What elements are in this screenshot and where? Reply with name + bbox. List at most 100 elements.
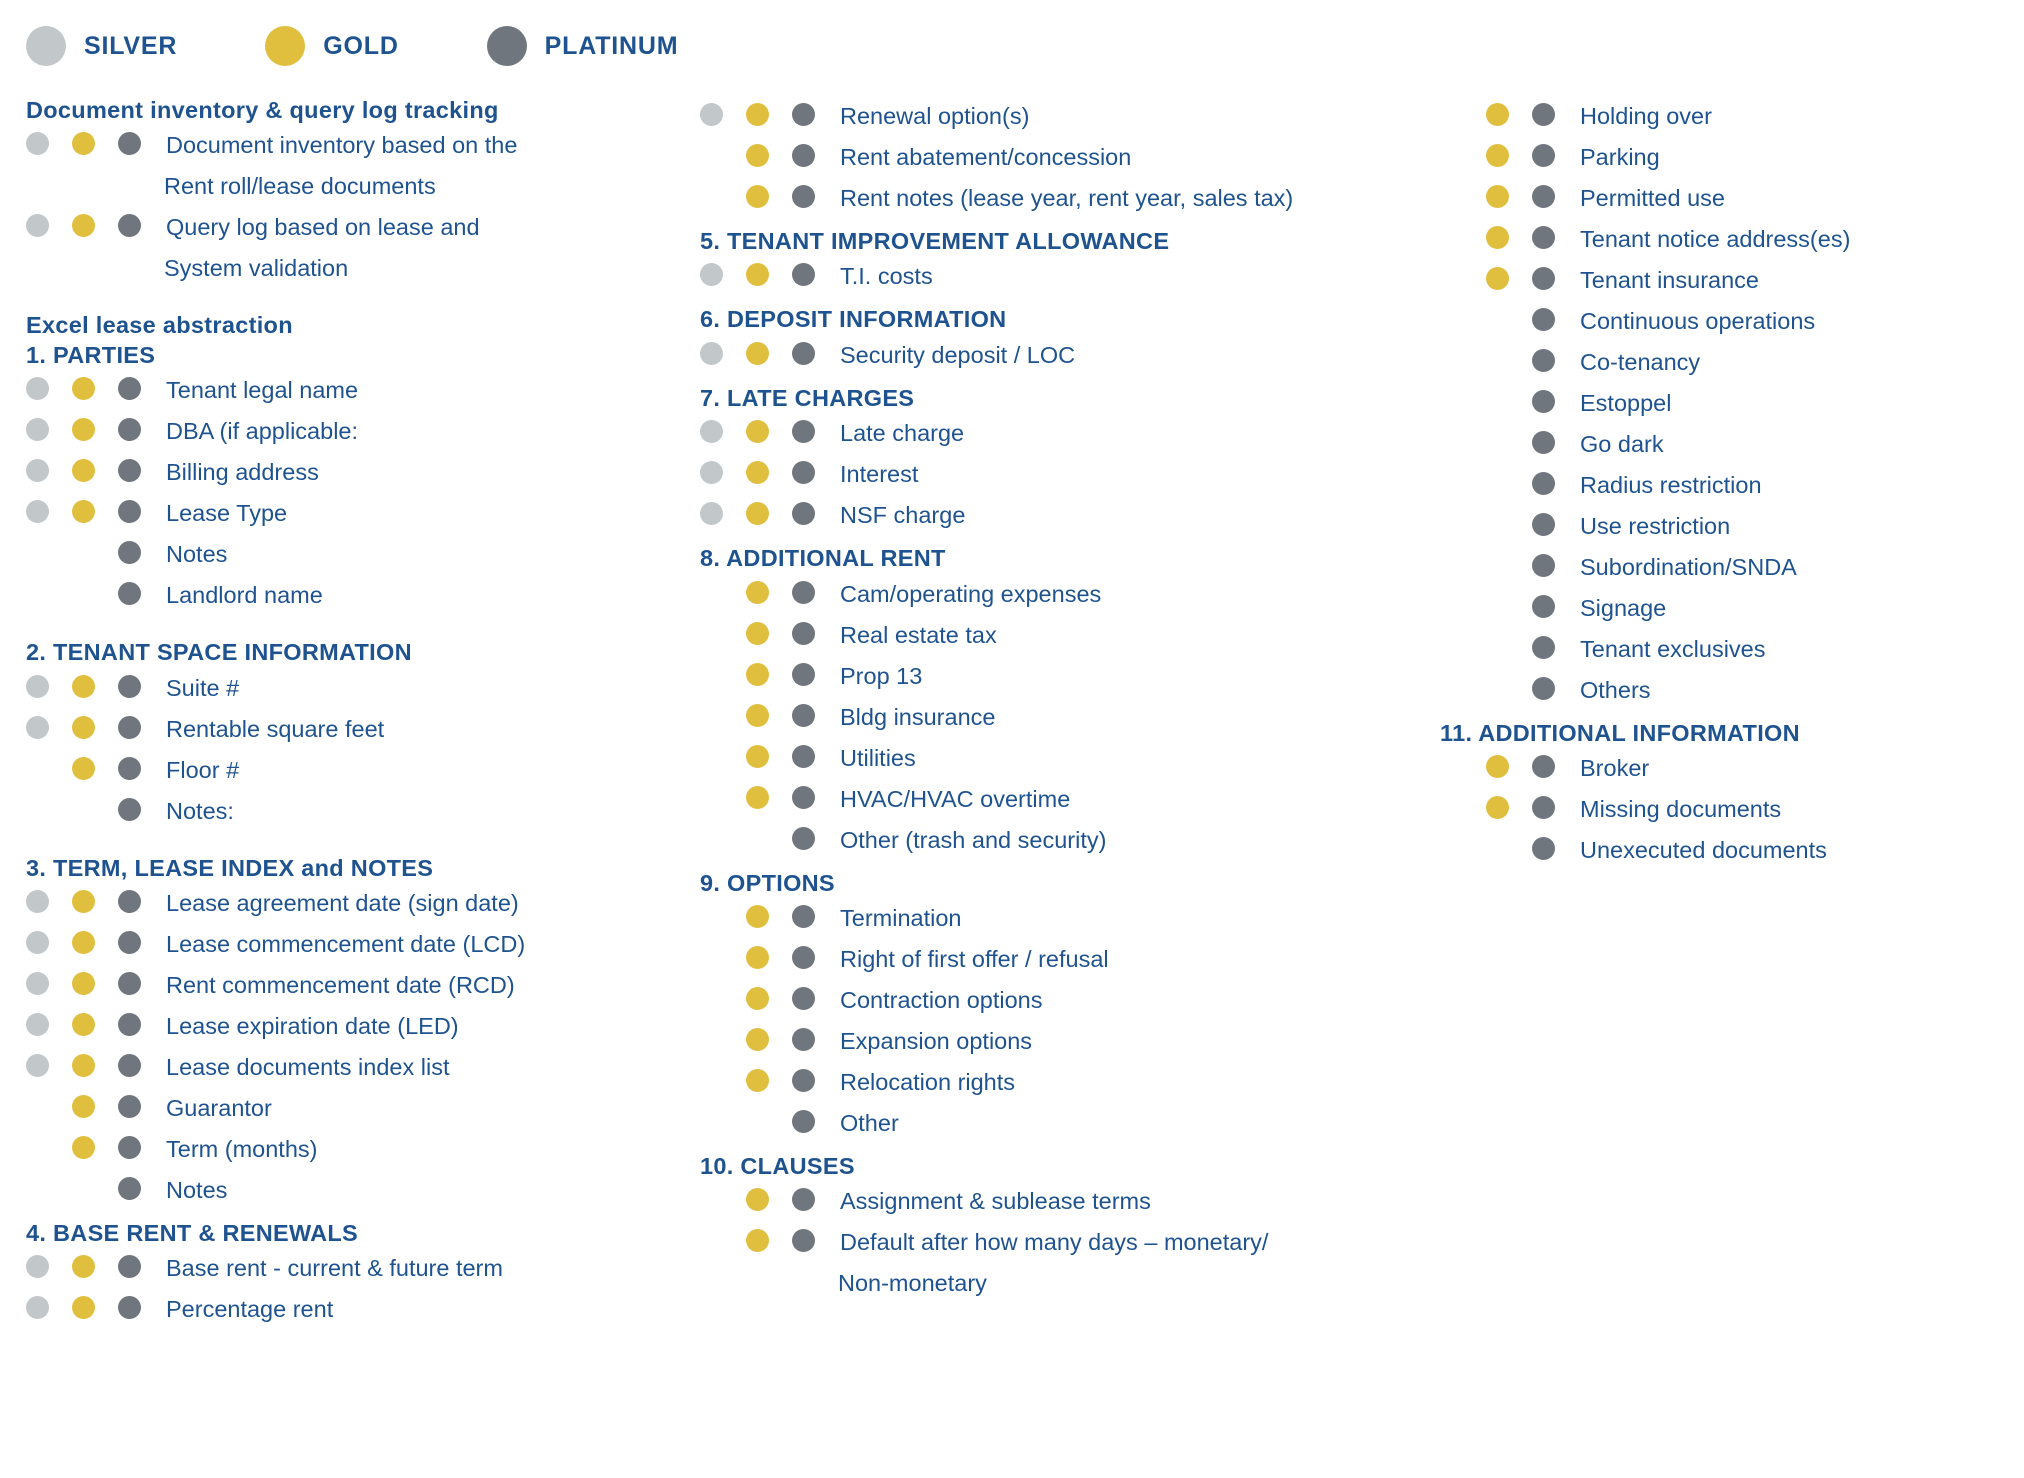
- feature-label: Late charge: [840, 420, 965, 447]
- tier-dot-absent-icon: [1486, 349, 1509, 372]
- tier-slot-gold: [1486, 349, 1532, 372]
- feature-label: Tenant insurance: [1580, 267, 1759, 293]
- tier-dot-absent-icon: [1440, 677, 1463, 700]
- tier-slot-silver: [26, 1296, 72, 1320]
- tier-slot-gold: [1486, 677, 1532, 700]
- tier-slot-platinum: [118, 214, 164, 238]
- tier-slot-gold: [746, 103, 792, 126]
- tier-slot-gold: [746, 1229, 792, 1253]
- gold-dot-icon: [746, 185, 769, 208]
- legend-item-platinum: PLATINUM: [486, 26, 679, 66]
- tier-slot-platinum: [1532, 837, 1578, 861]
- platinum-dot-icon: [792, 420, 815, 444]
- tier-slot-gold: [746, 580, 792, 604]
- gold-dot-icon: [746, 502, 769, 526]
- feature-label: Right of first offer / refusal: [840, 945, 1109, 972]
- tier-slot-platinum: [792, 662, 838, 686]
- gold-dot-icon: [72, 500, 95, 524]
- gold-dot-icon: [1486, 755, 1509, 779]
- feature-row: Base rent - current & future term: [26, 1248, 646, 1289]
- tier-slot-platinum: [118, 500, 164, 524]
- tier-slot-platinum: [1532, 636, 1578, 659]
- feature-label: Radius restriction: [1580, 472, 1762, 498]
- tier-dot-absent-icon: [26, 1095, 49, 1118]
- silver-dot-icon: [26, 674, 49, 698]
- tier-slot-gold: [746, 703, 792, 727]
- platinum-dot-icon: [1532, 103, 1555, 126]
- tier-slot-silver: [26, 582, 72, 605]
- tier-slot-platinum: [792, 744, 838, 768]
- feature-row: Signage: [1440, 588, 2000, 629]
- tier-dots: [26, 791, 164, 821]
- tier-slot-gold: [746, 185, 792, 208]
- feature-label: Term (months): [166, 1135, 318, 1162]
- tier-slot-platinum: [792, 1109, 838, 1133]
- tier-slot-platinum: [792, 144, 838, 167]
- feature-label-continuation-row: System validation: [26, 248, 646, 289]
- feature-row: Lease documents index list: [26, 1047, 646, 1088]
- feature-label: NSF charge: [840, 502, 966, 529]
- tier-slot-platinum: [118, 797, 164, 821]
- feature-row: Termination: [700, 898, 1420, 939]
- platinum-dot-icon: [792, 103, 815, 126]
- gold-dot-icon: [72, 1094, 95, 1118]
- tier-dot-absent-icon: [26, 541, 49, 564]
- tier-slot-gold: [746, 1188, 792, 1212]
- platinum-dot-icon: [792, 144, 815, 167]
- tier-slot-platinum: [792, 263, 838, 287]
- section-heading: 1. PARTIES: [26, 341, 156, 368]
- section-heading: 11. ADDITIONAL INFORMATION: [1440, 720, 1800, 746]
- tier-slot-platinum: [118, 459, 164, 483]
- tier-slot-gold: [1486, 595, 1532, 618]
- gold-dot-icon: [746, 341, 769, 365]
- column-2: Renewal option(s) Rent abatement/concessi…: [700, 96, 1420, 1304]
- tier-slot-silver: [26, 889, 72, 913]
- tier-legend: SILVER GOLD PLATINUM: [26, 26, 678, 66]
- tier-dots: [700, 1062, 838, 1092]
- platinum-dot-icon: [118, 1176, 141, 1200]
- silver-dot-icon: [700, 103, 723, 126]
- gold-dot-icon: [72, 971, 95, 995]
- tier-slot-gold: [1486, 226, 1532, 249]
- tier-slot-gold: [72, 541, 118, 564]
- legend-item-gold: GOLD: [265, 26, 398, 66]
- platinum-dot-icon: [118, 1012, 141, 1036]
- tier-slot-gold: [1486, 837, 1532, 860]
- tier-slot-platinum: [1532, 796, 1578, 820]
- tier-dot-absent-icon: [700, 663, 723, 686]
- tier-slot-gold: [746, 1027, 792, 1051]
- tier-dots: [26, 493, 164, 524]
- silver-dot-icon: [700, 420, 723, 444]
- tier-slot-gold: [1486, 796, 1532, 820]
- tier-slot-gold: [72, 756, 118, 780]
- silver-dot-icon: [26, 889, 49, 913]
- silver-tier-dot-icon: [26, 26, 66, 66]
- tier-slot-gold: [72, 500, 118, 524]
- platinum-dot-icon: [792, 662, 815, 686]
- tier-slot-platinum: [792, 904, 838, 928]
- tier-dots: [1440, 830, 1578, 861]
- feature-label: Cam/operating expenses: [840, 580, 1102, 607]
- tier-dots: [700, 939, 838, 969]
- section-heading: Excel lease abstraction: [26, 312, 293, 339]
- tier-slot-gold: [1486, 185, 1532, 208]
- tier-dots: [700, 697, 838, 727]
- gold-dot-icon: [1486, 103, 1509, 126]
- platinum-dot-icon: [118, 889, 141, 913]
- tier-slot-silver: [700, 1028, 746, 1051]
- tier-dots: [26, 965, 164, 995]
- platinum-dot-icon: [118, 930, 141, 954]
- tier-dots: [26, 1006, 164, 1036]
- tier-dot-absent-icon: [700, 622, 723, 645]
- tier-dots: [26, 709, 164, 739]
- tier-slot-platinum: [792, 502, 838, 526]
- tier-dots: [26, 750, 164, 780]
- platinum-dot-icon: [118, 214, 141, 238]
- platinum-dot-icon: [792, 502, 815, 526]
- feature-label: Notes: [166, 1176, 228, 1203]
- feature-label: Guarantor: [166, 1094, 272, 1121]
- tier-dots: [1440, 342, 1578, 372]
